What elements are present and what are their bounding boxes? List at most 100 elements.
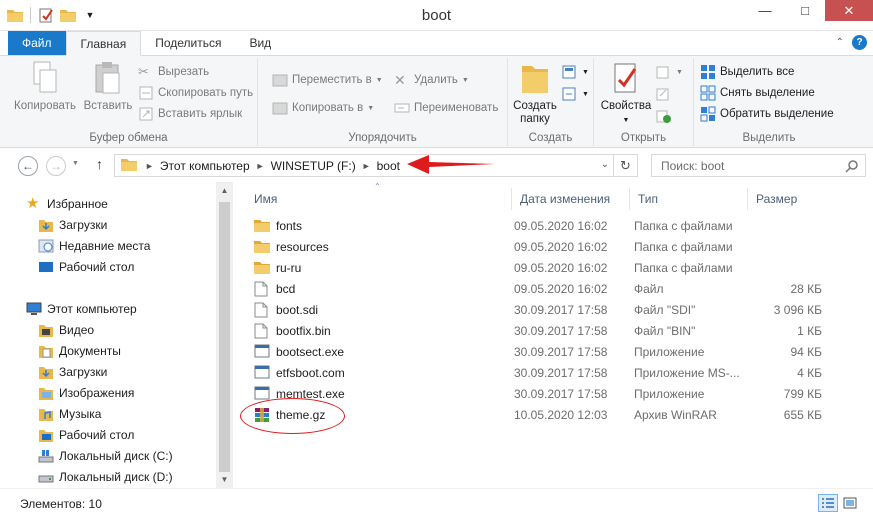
file-row[interactable]: memtest.exe 30.09.2017 17:58 Приложение 799… [238,383,838,404]
file-row[interactable]: bcd 09.05.2020 16:02 Файл 28 КБ [238,278,838,299]
tab-file[interactable]: Файл [8,31,66,55]
nav-recent-places[interactable]: Недавние места [38,236,150,256]
properties-label: Свойства [600,100,652,112]
address-bar[interactable]: ► Этот компьютер ► WINSETUP (F:) ► boot … [114,154,614,177]
file-name-cell[interactable]: etfsboot.com [254,362,345,383]
open-button[interactable]: ▼ [656,62,683,82]
invert-selection-button[interactable]: Обратить выделение [700,104,834,124]
file-row[interactable]: resources 09.05.2020 16:02 Папка с файлами [238,236,838,257]
nav-favorites[interactable]: ★ Избранное [26,194,108,214]
maximize-button[interactable]: □ [785,0,825,21]
large-icons-view-button[interactable] [840,494,860,512]
nav-local-disk-d[interactable]: Локальный диск (D:) [38,467,173,487]
file-list: ⌃ Имя Дата изменения Тип Размер fonts 09.… [238,182,873,488]
file-row[interactable]: etfsboot.com 30.09.2017 17:58 Приложение M… [238,362,838,383]
copy-button[interactable]: Копировать [12,60,78,113]
breadcrumb-drive[interactable]: WINSETUP (F:) [271,159,356,173]
nav-downloads[interactable]: Загрузки [38,215,107,235]
properties-button[interactable]: Свойства ▼ [598,60,654,127]
copy-path-button[interactable]: Скопировать путь [138,83,253,103]
details-view-button[interactable] [818,494,838,512]
file-name-cell[interactable]: bootsect.exe [254,341,344,362]
file-row[interactable]: ru-ru 09.05.2020 16:02 Папка с файлами [238,257,838,278]
nav-scrollbar[interactable]: ▲ ▼ [216,182,233,488]
select-all-button[interactable]: Выделить все [700,62,794,82]
nav-pictures[interactable]: Изображения [38,383,134,403]
close-button[interactable]: ✕ [825,0,873,21]
chevron-down-icon[interactable]: ⌄ [601,159,609,170]
nav-desktop-pc[interactable]: Рабочий стол [38,425,134,445]
column-header-size[interactable]: Размер [748,188,828,210]
select-none-button[interactable]: Снять выделение [700,83,815,103]
breadcrumb-boot[interactable]: boot [377,159,400,173]
history-button[interactable] [656,106,672,126]
file-name-cell[interactable]: bootfix.bin [254,320,331,341]
file-row[interactable]: bootfix.bin 30.09.2017 17:58 Файл "BIN" 1 К… [238,320,838,341]
scrollbar-thumb[interactable] [219,202,230,472]
file-type: Архив WinRAR [634,407,717,422]
rename-label: Переименовать [414,102,499,114]
column-header-type[interactable]: Тип [630,188,748,210]
new-item-button[interactable]: ▼ [562,62,589,82]
nav-local-disk-c[interactable]: Локальный диск (C:) [38,446,173,466]
edit-button[interactable] [656,84,672,104]
search-input[interactable]: Поиск: boot [651,154,866,177]
tab-home[interactable]: Главная [65,31,142,56]
chevron-right-icon[interactable]: ► [145,161,154,171]
help-icon[interactable]: ? [852,35,867,50]
breadcrumb-computer[interactable]: Этот компьютер [160,159,250,173]
rename-button[interactable]: Переименовать [394,98,498,118]
recent-places-icon [38,238,54,254]
file-row[interactable]: bootsect.exe 30.09.2017 17:58 Приложение 94… [238,341,838,362]
chevron-up-icon[interactable]: ⌃ [836,37,844,48]
item-count: Элементов: 10 [20,497,102,511]
status-bar: Элементов: 10 [0,488,873,521]
copy-to-icon [272,100,288,116]
chevron-right-icon[interactable]: ► [362,161,371,171]
cut-button[interactable]: ✂ Вырезать [138,62,209,82]
easy-access-button[interactable]: ▼ [562,84,589,104]
select-all-label: Выделить все [720,66,795,78]
file-date: 09.05.2020 16:02 [514,239,608,254]
file-row[interactable]: boot.sdi 30.09.2017 17:58 Файл "SDI" 3 096 … [238,299,838,320]
tab-share[interactable]: Поделиться [141,31,235,55]
chevron-down-icon[interactable]: ▼ [216,471,233,488]
recent-locations-icon[interactable]: ▼ [72,160,79,167]
file-name: bootsect.exe [276,344,345,359]
tab-view[interactable]: Вид [235,31,285,55]
file-name-cell[interactable]: bcd [254,278,295,299]
minimize-button[interactable]: — [745,0,785,21]
file-date: 09.05.2020 16:02 [514,218,608,233]
annotation-arrow-icon [407,155,495,174]
nav-desktop-fav[interactable]: Рабочий стол [38,257,134,277]
file-type: Папка с файлами [634,218,733,233]
paste-button[interactable]: Вставить [82,60,134,113]
file-size: 94 КБ [790,344,822,359]
forward-button[interactable]: → [46,156,66,176]
delete-button[interactable]: ✕ Удалить ▼ [394,70,469,90]
open-icon [656,64,672,80]
column-header-date[interactable]: Дата изменения [512,188,630,210]
nav-music[interactable]: Музыка [38,404,101,424]
up-arrow-icon[interactable]: ↑ [96,156,103,172]
paste-shortcut-button[interactable]: Вставить ярлык [138,104,242,124]
refresh-button[interactable]: ↻ [614,154,638,177]
nav-downloads-pc[interactable]: Загрузки [38,362,107,382]
move-to-button[interactable]: Переместить в ▼ [272,70,383,90]
file-name-cell[interactable]: fonts [254,215,302,236]
file-row[interactable]: fonts 09.05.2020 16:02 Папка с файлами [238,215,838,236]
nav-this-pc[interactable]: Этот компьютер [26,299,137,319]
file-name-cell[interactable]: ru-ru [254,257,301,278]
nav-documents[interactable]: Документы [38,341,121,361]
nav-videos[interactable]: Видео [38,320,94,340]
file-name-cell[interactable]: boot.sdi [254,299,318,320]
chevron-up-icon[interactable]: ▲ [216,182,233,199]
back-button[interactable]: ← [18,156,38,176]
chevron-right-icon[interactable]: ► [256,161,265,171]
new-folder-icon [518,60,552,96]
new-folder-button[interactable]: Создать папку [512,60,558,126]
column-header-name[interactable]: Имя [246,188,512,210]
file-size: 1 КБ [797,323,822,338]
file-name-cell[interactable]: resources [254,236,329,257]
copy-to-button[interactable]: Копировать в ▼ [272,98,374,118]
